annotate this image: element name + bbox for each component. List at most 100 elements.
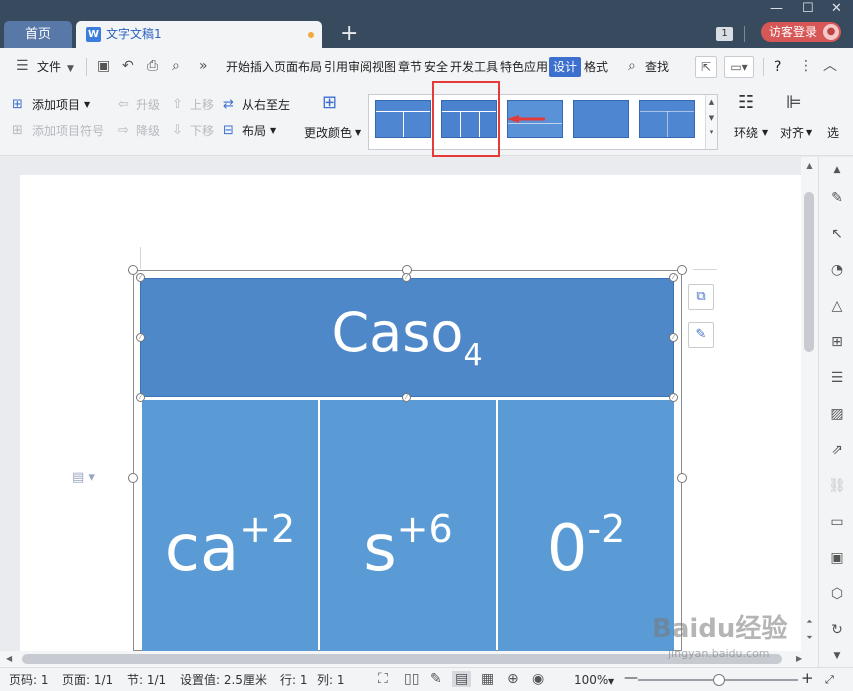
diagram-box-3[interactable]: 0-2 <box>498 400 674 651</box>
menu-tab-format[interactable]: 格式 <box>584 60 608 74</box>
status-pages[interactable]: 页面: 1/1 <box>62 673 113 687</box>
resize-handle[interactable] <box>677 473 687 483</box>
share-icon[interactable]: ⇱ <box>695 56 717 78</box>
new-tab-button[interactable]: + <box>340 21 358 47</box>
chevron-down-icon[interactable]: ▼ <box>84 98 90 112</box>
add-bullet-button[interactable]: 添加项目符号 <box>32 124 104 138</box>
shape-handle[interactable]: ⁄ <box>669 333 678 342</box>
more-dots-icon[interactable]: ⋮ <box>799 59 813 73</box>
history-icon[interactable]: ↻ <box>826 619 848 641</box>
chevron-down-icon[interactable]: ▼ <box>67 62 74 76</box>
pen-icon[interactable]: ✎ <box>826 187 848 209</box>
undo-icon[interactable]: ↶ <box>122 59 134 73</box>
right-to-left-button[interactable]: 从右至左 <box>242 98 290 112</box>
menu-tab-features[interactable]: 特色应用 <box>500 60 548 74</box>
select-button[interactable]: 选 <box>827 126 839 140</box>
pointer-icon[interactable]: ↖ <box>826 223 848 245</box>
diagram-box-1[interactable]: ca+2 <box>142 400 318 651</box>
zoom-slider-knob[interactable] <box>713 674 725 686</box>
search-icon[interactable]: ⌕ <box>628 59 636 73</box>
shape-handle[interactable]: ⁄ <box>669 393 678 402</box>
chevron-down-icon[interactable]: ▼ <box>762 126 768 140</box>
chevron-down-icon[interactable]: ▼ <box>608 675 614 689</box>
wrap-button[interactable]: 环绕 <box>734 126 758 140</box>
reading-mode-icon[interactable]: ▯▯ <box>404 671 419 687</box>
zoom-level[interactable]: 100% <box>574 673 608 687</box>
image-icon[interactable]: ▨ <box>826 403 848 425</box>
expand-icon[interactable]: ⤢ <box>825 673 834 687</box>
menu-tab-view[interactable]: 视图 <box>372 60 396 74</box>
gallery-scrollbar[interactable]: ▲ ▼ ▾ <box>705 95 717 149</box>
scroll-right-icon[interactable]: ▶ <box>796 654 802 663</box>
menu-file[interactable]: 文件 <box>37 60 61 74</box>
print-icon[interactable]: ⎙ <box>147 59 158 73</box>
page-up-icon[interactable]: ⏶ <box>801 617 818 627</box>
fullscreen-icon[interactable]: ⛶ <box>378 671 388 687</box>
save-icon[interactable]: ▣ <box>97 59 110 73</box>
expand-gallery-icon[interactable]: ▾ <box>706 128 717 136</box>
resize-handle[interactable] <box>128 473 138 483</box>
outline-view-icon[interactable]: ▦ <box>481 671 494 687</box>
chevron-down-icon[interactable]: ▼ <box>806 126 812 140</box>
web-view-icon[interactable]: ⊕ <box>507 671 519 687</box>
status-column[interactable]: 列: 1 <box>317 673 345 687</box>
paragraph-options-icon[interactable]: ▤ ▾ <box>72 470 95 485</box>
pen-mode-icon[interactable]: ✎ <box>430 671 442 687</box>
chevron-down-icon[interactable]: ▼ <box>706 114 717 122</box>
zoom-out-icon[interactable]: — <box>624 671 638 685</box>
add-item-button[interactable]: 添加项目 <box>32 98 80 112</box>
scroll-up-icon[interactable]: ▲ <box>801 161 818 170</box>
export-icon[interactable]: ⇗ <box>826 439 848 461</box>
shape-handle[interactable]: ⁄ <box>136 273 145 282</box>
tab-home[interactable]: 首页 <box>4 21 72 48</box>
move-up-button[interactable]: 上移 <box>190 98 214 112</box>
print-preview-icon[interactable]: ⌕ <box>172 59 180 73</box>
page-down-icon[interactable]: ⏷ <box>801 633 818 643</box>
shapes-icon[interactable]: ◔ <box>826 259 848 281</box>
comment-icon[interactable]: ▭▾ <box>724 56 754 78</box>
status-row[interactable]: 行: 1 <box>280 673 308 687</box>
diagram-box-2[interactable]: s+6 <box>320 400 496 651</box>
chevron-down-icon[interactable]: ▼ <box>826 645 848 667</box>
chevron-down-icon[interactable]: ▼ <box>355 126 361 140</box>
collapse-ribbon-icon[interactable]: ︿ <box>823 59 837 73</box>
layout-button[interactable]: 布局 <box>242 124 266 138</box>
style-option-4[interactable] <box>573 100 629 138</box>
scrollbar-thumb[interactable] <box>804 192 814 352</box>
change-colors-button[interactable]: 更改颜色 <box>304 126 352 140</box>
chevron-down-icon[interactable]: ▼ <box>270 124 276 138</box>
status-section[interactable]: 节: 1/1 <box>127 673 166 687</box>
hamburger-icon[interactable]: ☰ <box>16 59 29 73</box>
style-option-5[interactable] <box>639 100 695 138</box>
status-page-number[interactable]: 页码: 1 <box>9 673 49 687</box>
promote-button[interactable]: 升级 <box>136 98 160 112</box>
picture-icon[interactable]: ▣ <box>826 547 848 569</box>
diagram-top-box[interactable]: Caso4 <box>140 278 674 397</box>
maximize-icon[interactable]: ☐ <box>802 2 814 16</box>
zoom-in-icon[interactable]: + <box>801 671 814 686</box>
menu-tab-start[interactable]: 开始 <box>226 60 250 74</box>
menu-tab-design[interactable]: 设计 <box>549 57 581 77</box>
shape-handle[interactable]: ⁄ <box>402 273 411 282</box>
more-icon[interactable]: » <box>199 59 208 73</box>
shape-handle[interactable]: ⁄ <box>669 273 678 282</box>
close-icon[interactable]: ✕ <box>831 2 842 16</box>
align-button[interactable]: 对齐 <box>780 126 804 140</box>
shape-handle[interactable]: ⁄ <box>136 333 145 342</box>
menu-tab-section[interactable]: 章节 <box>398 60 422 74</box>
resize-handle[interactable] <box>677 265 687 275</box>
eye-protection-icon[interactable]: ◉ <box>532 671 544 687</box>
chevron-up-icon[interactable]: ▲ <box>706 98 717 106</box>
brush-style-button[interactable]: ✎ <box>688 322 714 348</box>
menu-tab-page-layout[interactable]: 页面布局 <box>274 60 322 74</box>
security-icon[interactable]: ⬡ <box>826 583 848 605</box>
archive-icon[interactable]: ▭ <box>826 511 848 533</box>
menu-tab-references[interactable]: 引用 <box>324 60 348 74</box>
table-icon[interactable]: ⊞ <box>826 331 848 353</box>
shape-handle[interactable]: ⁄ <box>402 393 411 402</box>
tab-document[interactable]: W 文字文稿1 <box>76 21 322 48</box>
search-label[interactable]: 查找 <box>645 60 669 74</box>
style-icon[interactable]: △ <box>826 295 848 317</box>
chevron-up-icon[interactable]: ▲ <box>826 159 848 181</box>
scroll-left-icon[interactable]: ◀ <box>6 654 12 663</box>
